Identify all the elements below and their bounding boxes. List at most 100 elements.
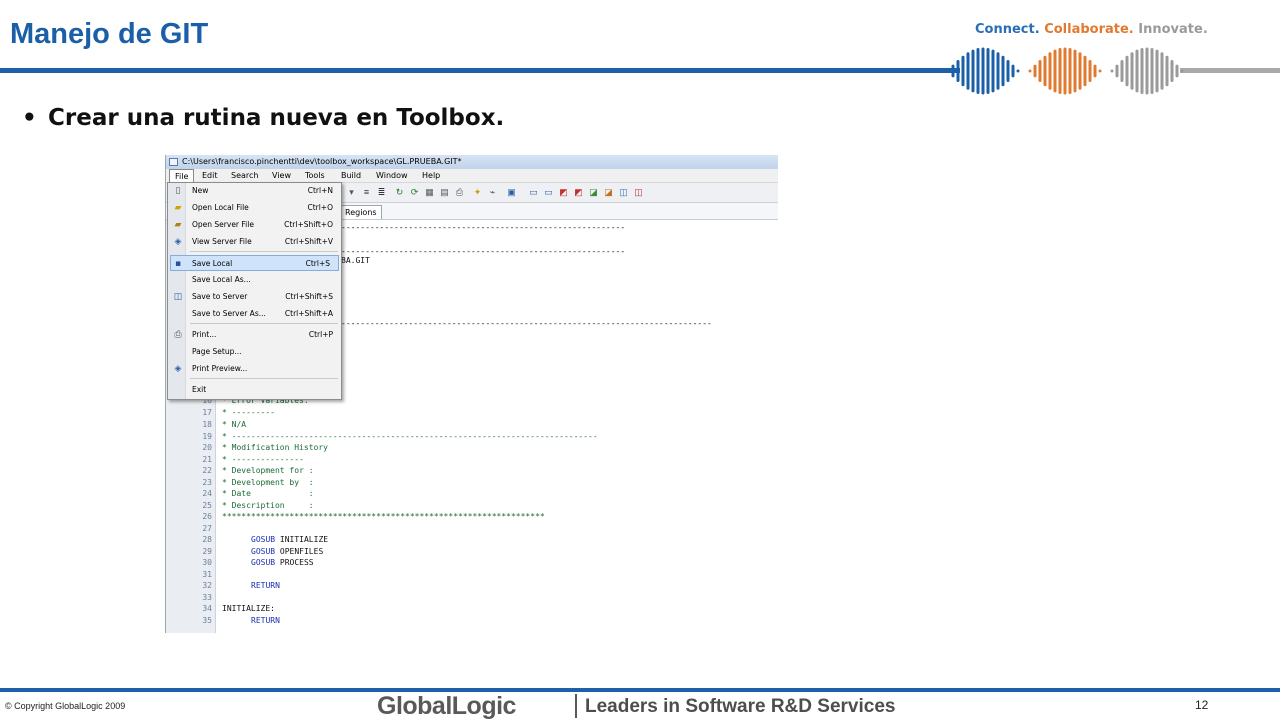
line-number: 26 bbox=[202, 512, 212, 521]
wand-icon[interactable]: ✦ bbox=[472, 187, 483, 198]
window-icon-2[interactable]: ▭ bbox=[543, 187, 554, 198]
save-server-icon: ◫ bbox=[173, 292, 183, 302]
code-line: * --------------------------------------… bbox=[222, 431, 598, 442]
header-rule-gray bbox=[1180, 68, 1280, 73]
menu-item-new[interactable]: ▯ New Ctrl+N bbox=[168, 183, 341, 199]
debug-icon-6[interactable]: ◫ bbox=[633, 187, 644, 198]
menu-item-label: Save Local As... bbox=[192, 275, 251, 284]
run-icon[interactable]: ▣ bbox=[506, 187, 517, 198]
window-icon-1[interactable]: ▭ bbox=[528, 187, 539, 198]
menu-item-label: Page Setup... bbox=[192, 347, 242, 356]
menu-item-label: View Server File bbox=[192, 237, 252, 246]
menu-item-page-setup[interactable]: Page Setup... bbox=[168, 344, 341, 360]
menu-item-shortcut: Ctrl+S bbox=[305, 259, 330, 268]
code-line: ----------------------------------------… bbox=[341, 222, 625, 233]
menu-item-view-server-file[interactable]: ◈ View Server File Ctrl+Shift+V bbox=[168, 234, 341, 250]
menu-search[interactable]: Search bbox=[226, 169, 263, 182]
code-line: BA.GIT bbox=[341, 255, 370, 266]
code-text: PROCESS bbox=[275, 558, 314, 567]
code-text: * --------------------------------------… bbox=[222, 432, 598, 441]
debug-icon-1[interactable]: ◩ bbox=[558, 187, 569, 198]
code-line: * --------------- bbox=[222, 454, 304, 465]
bullet-marker: • bbox=[22, 105, 37, 131]
code-text: ----------------------------------------… bbox=[341, 319, 712, 328]
menu-tools[interactable]: Tools bbox=[300, 169, 330, 182]
outdent-icon[interactable]: ≣ bbox=[376, 187, 387, 198]
menu-item-save-local-as[interactable]: Save Local As... bbox=[168, 272, 341, 288]
menubar: File Edit Search View Tools Build Window… bbox=[166, 169, 778, 183]
code-keyword: GOSUB bbox=[251, 547, 276, 556]
menu-item-save-to-server-as[interactable]: Save to Server As... Ctrl+Shift+A bbox=[168, 306, 341, 322]
tagline-connect: Connect. bbox=[975, 22, 1040, 37]
debug-icon-3[interactable]: ◪ bbox=[588, 187, 599, 198]
code-line: GOSUB PROCESS bbox=[251, 557, 314, 568]
print-icon: ⎙ bbox=[174, 330, 182, 340]
code-keyword: RETURN bbox=[251, 581, 280, 590]
printer-icon[interactable]: ⎙ bbox=[454, 187, 465, 198]
menu-item-open-server-file[interactable]: ▰ Open Server File Ctrl+Shift+O bbox=[168, 217, 341, 233]
code-text: OPENFILES bbox=[275, 547, 324, 556]
line-number: 30 bbox=[202, 558, 212, 567]
menu-item-shortcut: Ctrl+N bbox=[307, 186, 333, 195]
code-text: * N/A bbox=[222, 420, 247, 429]
menu-item-label: Print... bbox=[192, 330, 217, 339]
dna-helix-icon bbox=[946, 47, 1184, 95]
refresh-icon[interactable]: ↻ bbox=[394, 187, 405, 198]
globallogic-logo: GlobalLogic bbox=[377, 692, 516, 720]
toolbox-screenshot: C:\Users\francisco.pinchentti\dev\toolbo… bbox=[165, 155, 778, 633]
menu-item-shortcut: Ctrl+Shift+O bbox=[284, 220, 333, 229]
code-text: ----------------------------------------… bbox=[341, 247, 626, 256]
toolbar-dropdown-icon[interactable]: ▾ bbox=[346, 187, 357, 198]
menu-item-label: Save to Server bbox=[192, 292, 248, 301]
menu-item-print[interactable]: ⎙ Print... Ctrl+P bbox=[168, 327, 341, 343]
menu-view[interactable]: View bbox=[267, 169, 296, 182]
window-icon bbox=[169, 158, 178, 166]
menu-item-label: Open Local File bbox=[192, 203, 249, 212]
menu-item-exit[interactable]: Exit bbox=[168, 382, 341, 398]
menu-item-shortcut: Ctrl+Shift+S bbox=[285, 292, 333, 301]
debug-icon-5[interactable]: ◫ bbox=[618, 187, 629, 198]
menu-item-label: New bbox=[192, 186, 209, 195]
menu-item-save-to-server[interactable]: ◫ Save to Server Ctrl+Shift+S bbox=[168, 289, 341, 305]
line-number: 29 bbox=[202, 547, 212, 556]
menu-separator bbox=[190, 251, 338, 252]
debug-icon-4[interactable]: ◪ bbox=[603, 187, 614, 198]
grid-icon[interactable]: ▦ bbox=[424, 187, 435, 198]
menu-file[interactable]: File bbox=[169, 169, 195, 182]
indent-icon[interactable]: ≡ bbox=[361, 187, 372, 198]
code-line: GOSUB INITIALIZE bbox=[251, 534, 328, 545]
code-text: BA.GIT bbox=[341, 256, 370, 265]
line-number: 31 bbox=[202, 570, 212, 579]
menu-build[interactable]: Build bbox=[336, 169, 366, 182]
window-title: C:\Users\francisco.pinchentti\dev\toolbo… bbox=[182, 157, 462, 166]
sync-icon[interactable]: ⟳ bbox=[409, 187, 420, 198]
menu-item-label: Exit bbox=[192, 385, 207, 394]
code-text: * --------- bbox=[222, 408, 275, 417]
menu-item-shortcut: Ctrl+O bbox=[307, 203, 333, 212]
code-line: * Date : bbox=[222, 488, 314, 499]
menu-edit[interactable]: Edit bbox=[197, 169, 223, 182]
code-line: ----------------------------------------… bbox=[341, 318, 712, 329]
menu-item-open-local-file[interactable]: ▰ Open Local File Ctrl+O bbox=[168, 200, 341, 216]
compare-icon[interactable]: ▤ bbox=[439, 187, 450, 198]
menu-window[interactable]: Window bbox=[371, 169, 413, 182]
menu-item-save-local[interactable]: ▪ Save Local Ctrl+S bbox=[170, 255, 339, 271]
print-preview-icon: ◈ bbox=[174, 364, 182, 374]
view-server-icon: ◈ bbox=[174, 237, 182, 247]
link-icon[interactable]: ⌁ bbox=[487, 187, 498, 198]
code-line: * N/A bbox=[222, 419, 246, 430]
menu-item-label: Print Preview... bbox=[192, 364, 248, 373]
menu-help[interactable]: Help bbox=[417, 169, 445, 182]
save-icon: ▪ bbox=[174, 259, 182, 269]
logo-divider bbox=[575, 694, 577, 718]
code-keyword: GOSUB bbox=[251, 558, 276, 567]
line-number: 35 bbox=[202, 616, 212, 625]
page-number: 12 bbox=[1195, 698, 1209, 712]
code-line: * --------- bbox=[222, 407, 275, 418]
menu-item-print-preview[interactable]: ◈ Print Preview... bbox=[168, 361, 341, 377]
code-line: ----------------------------------------… bbox=[341, 246, 625, 257]
window-titlebar: C:\Users\francisco.pinchentti\dev\toolbo… bbox=[166, 155, 778, 169]
tab-regions[interactable]: Regions bbox=[340, 205, 382, 219]
bullet-text: Crear una rutina nueva en Toolbox. bbox=[48, 105, 505, 131]
debug-icon-2[interactable]: ◩ bbox=[573, 187, 584, 198]
